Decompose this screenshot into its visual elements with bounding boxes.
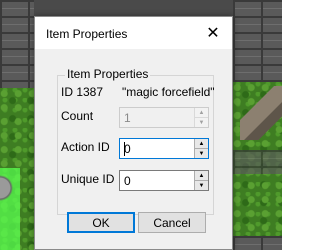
count-value: 1	[124, 111, 131, 125]
action-id-label: Action ID	[61, 140, 110, 154]
close-icon[interactable]: ✕	[195, 17, 231, 48]
count-up-arrow-icon[interactable]: ▲	[195, 108, 208, 118]
text-caret	[124, 142, 125, 156]
stone-floor-tile	[233, 150, 282, 174]
dialog-title: Item Properties	[46, 27, 128, 41]
item-id-label: ID 1387	[61, 85, 104, 99]
count-label: Count	[61, 109, 94, 123]
count-down-arrow-icon[interactable]: ▼	[195, 118, 208, 127]
group-title: Item Properties	[65, 67, 151, 81]
item-name-label: "magic forcefield"	[122, 85, 215, 99]
unique-id-stepper[interactable]: 0 ▲ ▼	[119, 170, 209, 191]
unique-id-label: Unique ID	[61, 172, 115, 186]
ok-button[interactable]: OK	[67, 212, 135, 233]
count-stepper[interactable]: 1 ▲ ▼	[119, 107, 209, 128]
stone-wall-tile	[0, 0, 34, 88]
cancel-button[interactable]: Cancel	[138, 212, 206, 233]
action-id-up-arrow-icon[interactable]: ▲	[195, 139, 208, 149]
stone-pillar-icon	[0, 168, 16, 208]
item-properties-dialog: Item Properties ✕ Item Properties ID 138…	[34, 16, 233, 250]
count-spin-buttons: ▲ ▼	[194, 108, 208, 127]
unique-id-down-arrow-icon[interactable]: ▼	[195, 181, 208, 190]
unique-id-up-arrow-icon[interactable]: ▲	[195, 171, 208, 181]
unique-id-value: 0	[124, 174, 131, 188]
action-id-value: 0	[124, 142, 131, 156]
stone-wall-tile	[233, 236, 282, 250]
action-id-stepper[interactable]: 0 ▲ ▼	[119, 138, 209, 159]
dialog-titlebar[interactable]: Item Properties ✕	[35, 17, 232, 49]
unique-id-spin-buttons: ▲ ▼	[194, 171, 208, 190]
stone-statue-icon	[240, 86, 282, 140]
action-id-spin-buttons: ▲ ▼	[194, 139, 208, 158]
action-id-down-arrow-icon[interactable]: ▼	[195, 149, 208, 158]
stone-wall-tile	[233, 0, 282, 82]
